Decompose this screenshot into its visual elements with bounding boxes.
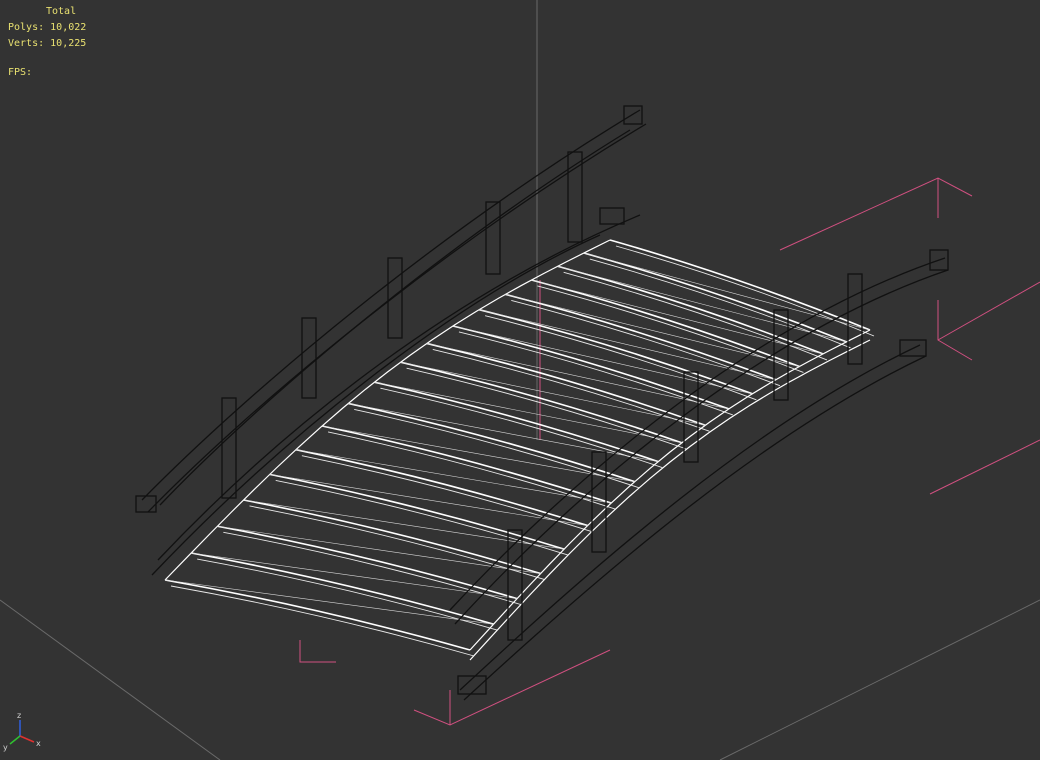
axis-gizmo: z x y <box>3 711 41 752</box>
back-handrail-bottom <box>147 123 647 513</box>
deck-mesh-line <box>374 381 682 444</box>
polys-value: 10,022 <box>50 22 87 33</box>
back-stringer-end <box>599 207 625 225</box>
railing-post <box>507 529 523 641</box>
grid-line-right <box>719 599 1040 760</box>
deck-mesh-line <box>269 474 588 526</box>
bbox-corner-bottom-left <box>299 640 336 663</box>
deck-front-edge <box>469 329 871 651</box>
bridge-back-railing[interactable] <box>135 105 647 576</box>
scene-statistics: Total Polys: 10,022 Verts: 10,225 <box>8 4 86 52</box>
verts-label: Verts: <box>8 38 45 49</box>
railing-post <box>301 317 317 399</box>
front-stringer <box>459 344 921 691</box>
stats-title: Total <box>46 6 77 17</box>
perspective-viewport[interactable]: z x y Total Polys: 10,022 Verts: 10,225 F… <box>0 0 1040 760</box>
deck-plank-edge <box>380 387 663 468</box>
axis-z-label: z <box>17 711 21 720</box>
bridge-front-railing[interactable] <box>449 249 949 701</box>
grid-line-left <box>0 599 221 760</box>
bbox-edge <box>929 439 1040 495</box>
deck-plank-edge <box>615 245 875 337</box>
ground-grid <box>0 0 1040 760</box>
back-rail-end-cap <box>623 105 643 125</box>
back-rail-end-cap <box>135 495 157 513</box>
bbox-corner-top-right <box>779 177 973 251</box>
wireframe-scene[interactable]: z x y <box>0 0 1040 760</box>
deck-plank-edge <box>275 479 569 556</box>
back-handrail-mid <box>159 129 631 506</box>
deck-plank-edge <box>249 505 545 580</box>
railing-post <box>387 257 403 339</box>
fps-label: FPS: <box>8 67 33 78</box>
polys-label: Polys: <box>8 22 45 33</box>
railing-post <box>683 371 699 463</box>
deck-mesh-line <box>348 403 659 462</box>
axis-y-line <box>9 735 21 745</box>
railing-post <box>485 201 501 275</box>
axis-x-label: x <box>36 739 41 748</box>
deck-plank-edge <box>170 585 475 657</box>
bbox-corner-bottom <box>413 649 611 726</box>
bbox-edge <box>937 281 1040 341</box>
verts-value: 10,225 <box>50 38 87 49</box>
deck-plank-edge <box>589 258 851 349</box>
axis-y-label: y <box>3 743 8 752</box>
deck-plank <box>217 525 518 600</box>
deck-mesh-line <box>531 279 824 355</box>
deck-plank <box>191 552 494 625</box>
deck-plank-edge <box>354 409 639 489</box>
deck-mesh-line <box>452 325 753 395</box>
axis-x-line <box>19 735 35 743</box>
fps-readout: FPS: <box>8 67 32 78</box>
